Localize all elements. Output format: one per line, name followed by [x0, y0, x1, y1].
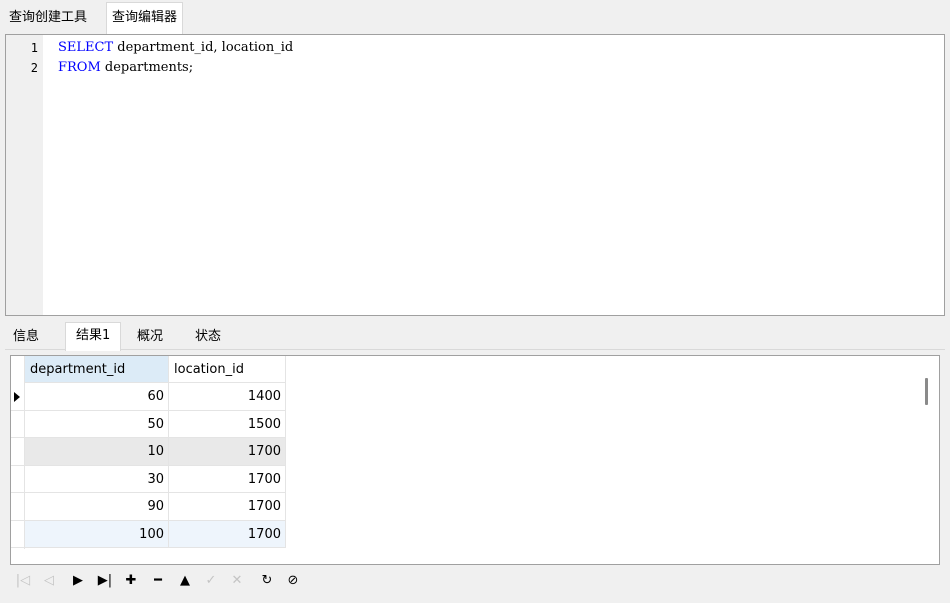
apply-changes-icon[interactable]: ▲ — [174, 570, 196, 592]
table-cell[interactable]: 1700 — [169, 493, 286, 521]
table-row[interactable]: 30 1700 — [11, 465, 287, 493]
vertical-scrollbar[interactable] — [925, 378, 928, 405]
previous-record-icon[interactable]: ◁ — [38, 570, 60, 592]
sql-keyword: SELECT — [58, 40, 114, 55]
table-row[interactable]: 90 1700 — [11, 493, 287, 521]
table-row[interactable]: 60 1400 — [11, 383, 287, 411]
discard-changes-icon[interactable]: ✕ — [226, 570, 248, 592]
row-indicator — [11, 521, 25, 548]
sql-keyword: FROM — [58, 60, 101, 75]
add-record-icon[interactable]: ✚ — [120, 570, 142, 592]
table-cell[interactable]: 10 — [25, 438, 169, 466]
result-tab-bar: 信息 结果1 概况 状态 — [5, 320, 945, 351]
current-row-arrow-icon — [14, 392, 20, 402]
row-indicator — [11, 493, 25, 521]
code-line-1[interactable]: SELECT department_id, location_id — [58, 38, 293, 58]
tab-message[interactable]: 信息 — [5, 324, 47, 350]
record-navigation-toolbar: |◁ ◁ ▶ ▶| ✚ ━ ▲ ✓ ✕ ↻ ⊘ — [10, 568, 940, 593]
table-cell[interactable]: 1700 — [169, 520, 286, 548]
table-cell[interactable]: 30 — [25, 465, 169, 493]
row-indicator — [11, 438, 25, 466]
sql-text: departments; — [100, 60, 194, 75]
row-indicator — [11, 383, 25, 411]
delete-record-icon[interactable]: ━ — [147, 570, 169, 592]
table-cell[interactable]: 100 — [25, 520, 169, 548]
refresh-icon[interactable]: ↻ — [256, 570, 278, 592]
line-number-gutter: 1 2 — [6, 35, 43, 315]
tab-status[interactable]: 状态 — [187, 324, 229, 350]
line-number: 2 — [30, 61, 38, 75]
column-header-location-id[interactable]: location_id — [169, 356, 286, 383]
table-cell[interactable]: 1700 — [169, 465, 286, 493]
commit-icon[interactable]: ✓ — [200, 570, 222, 592]
table-cell[interactable]: 1700 — [169, 438, 286, 466]
table-cell[interactable]: 1500 — [169, 410, 286, 438]
sql-editor[interactable]: 1 2 SELECT department_id, location_id FR… — [5, 34, 945, 316]
next-record-icon[interactable]: ▶ — [67, 570, 89, 592]
tab-query-editor[interactable]: 查询编辑器 — [106, 2, 184, 34]
row-indicator — [11, 466, 25, 493]
tab-result-1[interactable]: 结果1 — [65, 322, 122, 351]
first-record-icon[interactable]: |◁ — [12, 570, 34, 592]
last-record-icon[interactable]: ▶| — [94, 570, 116, 592]
sql-text: department_id, location_id — [113, 40, 294, 55]
row-indicator — [11, 411, 25, 438]
table-row[interactable]: 50 1500 — [11, 410, 287, 438]
tab-profile[interactable]: 概况 — [129, 324, 171, 350]
table-cell[interactable]: 60 — [25, 383, 169, 411]
stop-icon[interactable]: ⊘ — [282, 570, 304, 592]
top-tab-bar: 查询创建工具 查询编辑器 — [0, 0, 950, 34]
table-row[interactable]: 100 1700 — [11, 520, 287, 548]
tab-query-builder[interactable]: 查询创建工具 — [4, 3, 92, 33]
result-grid[interactable]: department_id location_id 60 1400 50 150… — [10, 355, 940, 565]
table-cell[interactable]: 1400 — [169, 383, 286, 411]
table-row[interactable]: 10 1700 — [11, 438, 287, 466]
line-number: 1 — [30, 41, 38, 55]
table-cell[interactable]: 50 — [25, 410, 169, 438]
code-line-2[interactable]: FROM departments; — [58, 58, 193, 78]
table-cell[interactable]: 90 — [25, 493, 169, 521]
column-header-department-id[interactable]: department_id — [25, 356, 169, 383]
